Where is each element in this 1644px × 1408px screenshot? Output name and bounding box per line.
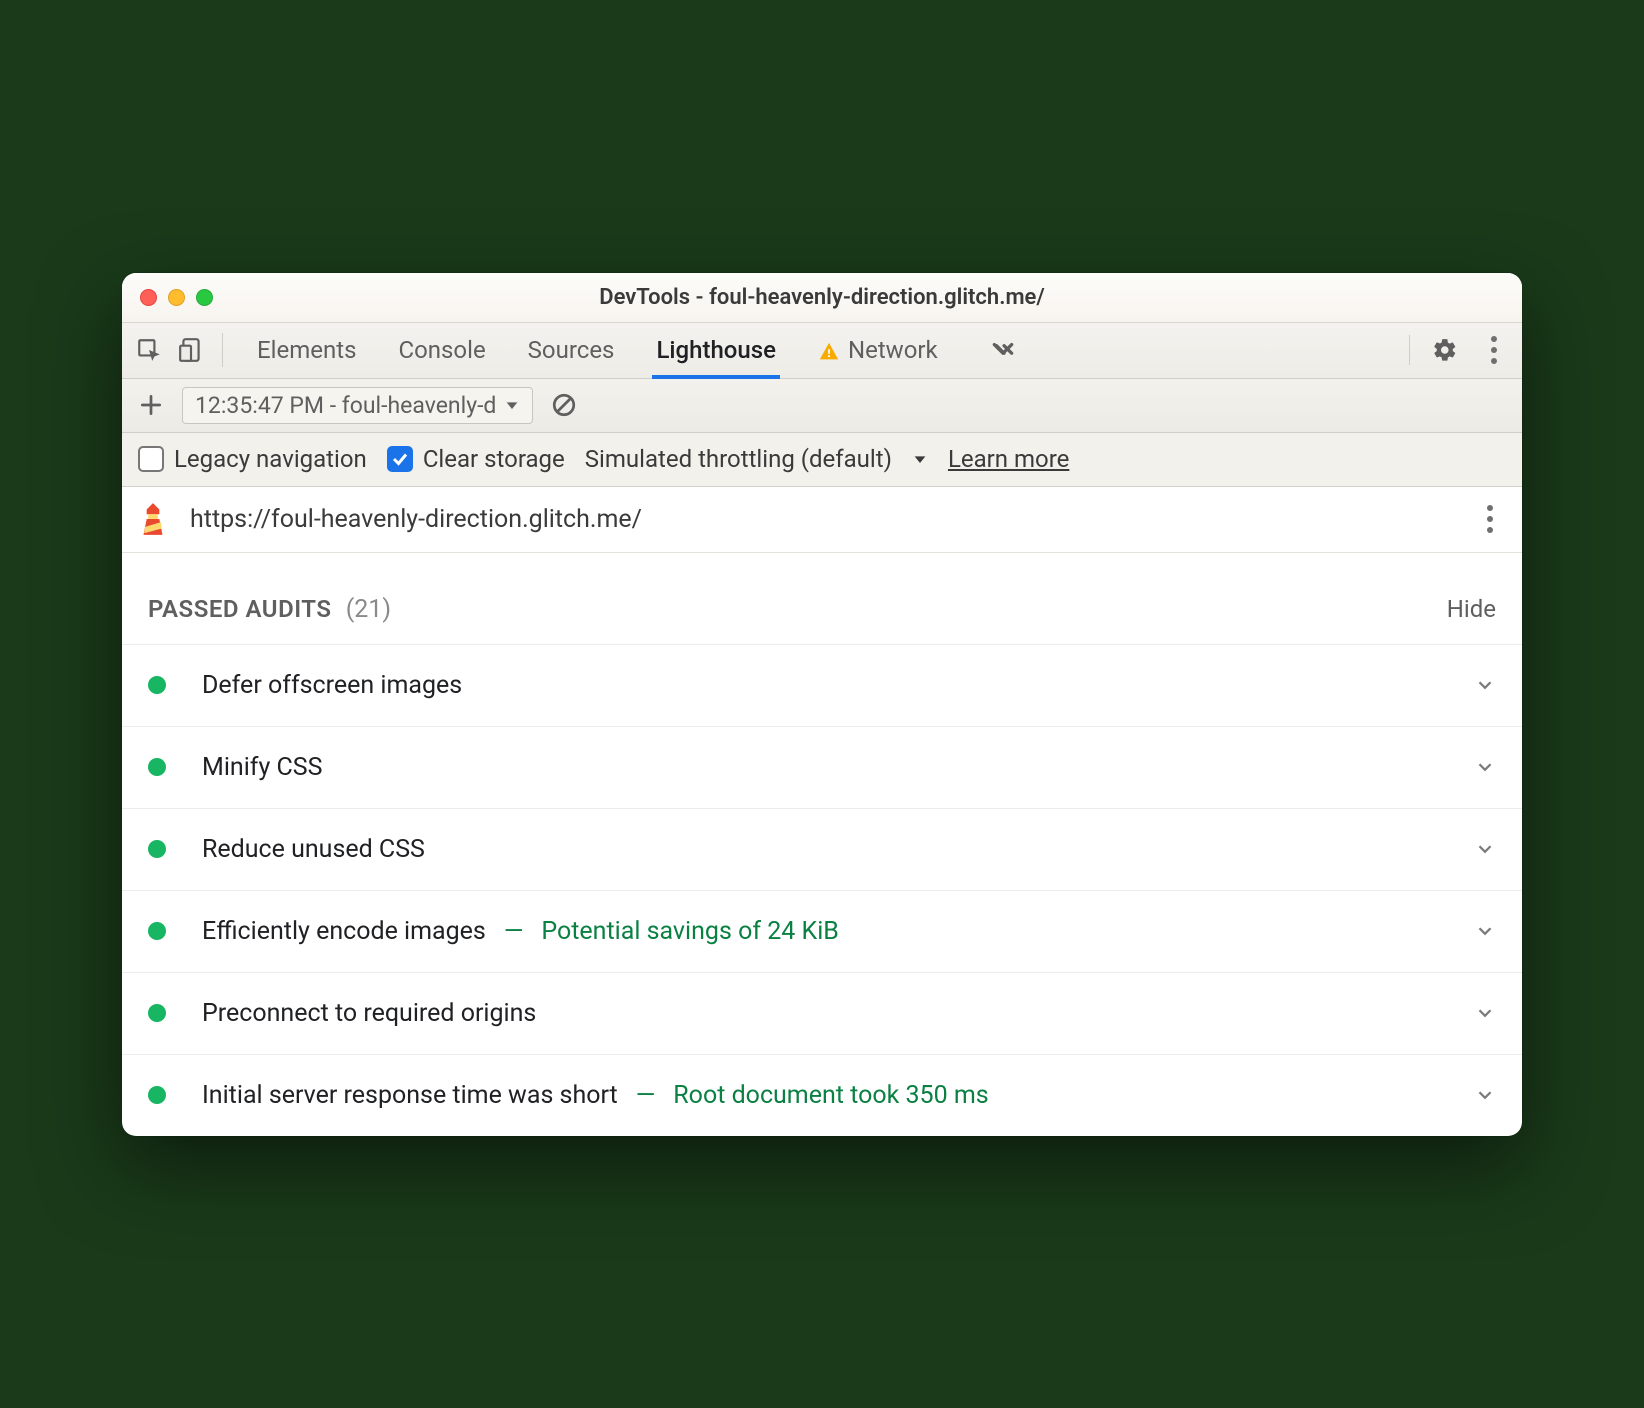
audit-separator: — [504, 917, 524, 946]
more-options-icon[interactable] [1480, 336, 1508, 364]
audit-row[interactable]: Reduce unused CSS [122, 809, 1522, 891]
audit-row[interactable]: Efficiently encode images — Potential sa… [122, 891, 1522, 973]
audits-list: Defer offscreen images Minify CSS Reduce… [122, 644, 1522, 1136]
pass-indicator-icon [148, 1004, 166, 1022]
pass-indicator-icon [148, 758, 166, 776]
devtools-window: DevTools - foul-heavenly-direction.glitc… [122, 273, 1522, 1136]
chevron-down-icon [1474, 674, 1496, 696]
chevron-down-icon [1474, 920, 1496, 942]
audit-row[interactable]: Preconnect to required origins [122, 973, 1522, 1055]
lighthouse-icon [134, 500, 172, 538]
report-selector-label: 12:35:47 PM - foul-heavenly-d [195, 392, 496, 419]
throttling-caret-icon[interactable] [912, 451, 928, 467]
zoom-window-button[interactable] [196, 289, 213, 306]
tab-sources[interactable]: Sources [528, 322, 615, 378]
audit-detail: Root document took 350 ms [673, 1081, 988, 1110]
separator [1409, 335, 1410, 365]
chevron-down-icon [1474, 838, 1496, 860]
passed-audits-header[interactable]: Passed Audits (21) Hide [122, 553, 1522, 644]
pass-indicator-icon [148, 676, 166, 694]
chevron-down-icon [1474, 756, 1496, 778]
settings-gear-icon[interactable] [1432, 337, 1458, 363]
tab-console[interactable]: Console [398, 322, 485, 378]
warning-icon [818, 341, 840, 363]
pass-indicator-icon [148, 840, 166, 858]
pass-indicator-icon [148, 922, 166, 940]
audit-title: Defer offscreen images [202, 671, 462, 700]
new-report-button[interactable] [138, 392, 164, 418]
titlebar: DevTools - foul-heavenly-direction.glitc… [122, 273, 1522, 323]
minimize-window-button[interactable] [168, 289, 185, 306]
report-url: https://foul-heavenly-direction.glitch.m… [190, 505, 1458, 534]
chevron-down-icon [1474, 1002, 1496, 1024]
pass-indicator-icon [148, 1086, 166, 1104]
inspect-element-icon[interactable] [136, 337, 162, 363]
clear-storage-checkbox[interactable]: Clear storage [387, 445, 565, 473]
legacy-navigation-label: Legacy navigation [174, 445, 367, 473]
lighthouse-options-bar: Legacy navigation Clear storage Simulate… [122, 433, 1522, 487]
more-tabs-icon[interactable] [990, 337, 1016, 363]
lighthouse-toolbar: 12:35:47 PM - foul-heavenly-d [122, 379, 1522, 433]
report-selector[interactable]: 12:35:47 PM - foul-heavenly-d [182, 387, 533, 424]
section-toggle[interactable]: Hide [1447, 595, 1496, 623]
throttling-label: Simulated throttling (default) [585, 445, 892, 473]
section-count: (21) [346, 595, 391, 624]
clear-all-icon[interactable] [551, 392, 577, 418]
window-title: DevTools - foul-heavenly-direction.glitc… [122, 285, 1522, 310]
dropdown-caret-icon [504, 397, 520, 413]
audit-row[interactable]: Defer offscreen images [122, 645, 1522, 727]
close-window-button[interactable] [140, 289, 157, 306]
clear-storage-label: Clear storage [423, 445, 565, 473]
report-menu-icon[interactable] [1476, 505, 1504, 533]
section-label: Passed Audits [148, 595, 331, 623]
audit-detail: Potential savings of 24 KiB [541, 917, 839, 946]
tab-elements[interactable]: Elements [257, 322, 356, 378]
audit-title: Preconnect to required origins [202, 999, 536, 1028]
audit-title: Minify CSS [202, 753, 322, 782]
chevron-down-icon [1474, 1084, 1496, 1106]
audit-row[interactable]: Minify CSS [122, 727, 1522, 809]
legacy-navigation-checkbox[interactable]: Legacy navigation [138, 445, 367, 473]
audit-title: Initial server response time was short [202, 1081, 618, 1110]
audit-separator: — [636, 1081, 656, 1110]
report-url-row: https://foul-heavenly-direction.glitch.m… [122, 487, 1522, 553]
audit-row[interactable]: Initial server response time was short —… [122, 1055, 1522, 1136]
devtools-tabs-bar: Elements Console Sources Lighthouse Netw… [122, 323, 1522, 379]
audit-title: Efficiently encode images [202, 917, 486, 946]
window-controls [140, 289, 213, 306]
tab-network-label: Network [848, 336, 938, 364]
device-toolbar-icon[interactable] [178, 337, 204, 363]
learn-more-link[interactable]: Learn more [948, 445, 1069, 473]
tab-network[interactable]: Network [818, 322, 938, 378]
audit-title: Reduce unused CSS [202, 835, 425, 864]
tab-lighthouse[interactable]: Lighthouse [656, 322, 776, 378]
